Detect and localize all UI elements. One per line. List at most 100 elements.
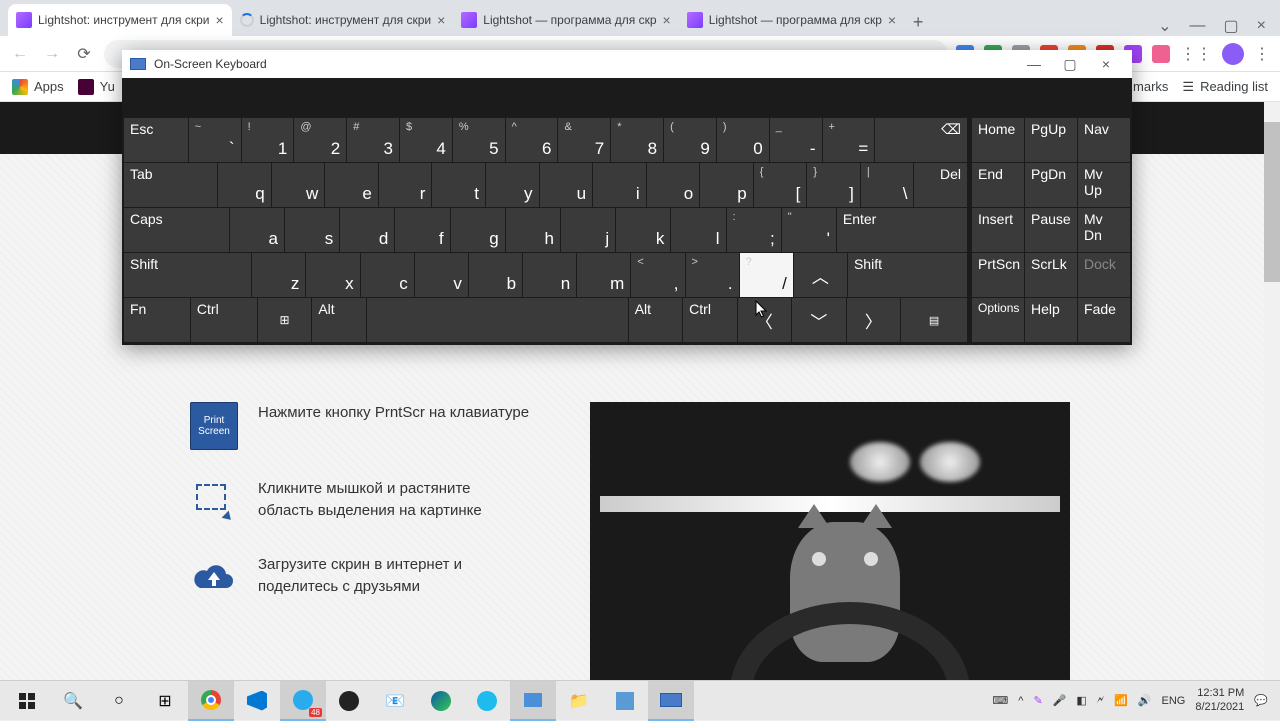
key-j[interactable]: j [561,208,615,252]
maximize-icon[interactable]: ▢ [1052,56,1088,73]
key-right-bracket[interactable]: }] [807,163,860,207]
key-shift-left[interactable]: Shift [124,253,251,297]
key-grave[interactable]: ~` [189,118,241,162]
key-i[interactable]: i [593,163,646,207]
key-6[interactable]: ^6 [506,118,558,162]
bookmark-item[interactable]: marks [1133,79,1168,94]
menu-icon[interactable]: ⋮ [1254,44,1272,64]
key-h[interactable]: h [506,208,560,252]
maximize-icon[interactable]: ▢ [1224,16,1239,36]
key-home[interactable]: Home [972,118,1024,162]
key-insert[interactable]: Insert [972,208,1024,252]
tray-language[interactable]: ENG [1162,695,1186,707]
key-fade[interactable]: Fade [1078,298,1130,342]
key-mvdn[interactable]: Mv Dn [1078,208,1130,252]
key-9[interactable]: (9 [664,118,716,162]
key-alt-left[interactable]: Alt [312,298,365,342]
key-1[interactable]: !1 [242,118,294,162]
key-b[interactable]: b [469,253,522,297]
chevron-down-icon[interactable]: ⌄ [1158,16,1171,36]
key-arrow-up[interactable]: ︿ [794,253,847,297]
tray-chevron-icon[interactable]: ^ [1018,695,1023,707]
tray-lightshot-icon[interactable]: ✎ [1033,694,1042,707]
key-c[interactable]: c [361,253,414,297]
key-mvup[interactable]: Mv Up [1078,163,1130,207]
key-y[interactable]: y [486,163,539,207]
key-n[interactable]: n [523,253,576,297]
key-7[interactable]: &7 [558,118,610,162]
key-g[interactable]: g [451,208,505,252]
key-nav[interactable]: Nav [1078,118,1130,162]
key-options[interactable]: Options [972,298,1024,342]
key-scrlk[interactable]: ScrLk [1025,253,1077,297]
minimize-icon[interactable]: — [1016,56,1052,72]
browser-tab[interactable]: Lightshot: инструмент для скри × [232,4,454,36]
browser-tab[interactable]: Lightshot — программа для скр × [453,4,678,36]
key-arrow-right[interactable]: 〉 [847,298,900,342]
key-shift-right[interactable]: Shift [848,253,967,297]
key-d[interactable]: d [340,208,394,252]
key-p[interactable]: p [700,163,753,207]
scrollbar[interactable] [1264,102,1280,680]
taskbar-edge[interactable] [418,681,464,721]
taskbar-app[interactable] [510,681,556,721]
key-3[interactable]: #3 [347,118,399,162]
key-ctrl-left[interactable]: Ctrl [191,298,257,342]
key-5[interactable]: %5 [453,118,505,162]
minimize-icon[interactable]: — [1190,17,1206,35]
taskview-button[interactable]: ⊞ [142,681,188,721]
key-o[interactable]: o [647,163,700,207]
taskbar-telegram[interactable]: 48 [280,681,326,721]
key-del[interactable]: Del [914,163,967,207]
key-enter[interactable]: Enter [837,208,967,252]
tray-clock[interactable]: 12:31 PM 8/21/2021 [1195,687,1244,713]
taskbar-vscode[interactable] [234,681,280,721]
taskbar-osk[interactable] [648,681,694,721]
tray-battery-icon[interactable]: 🗲 [1097,694,1104,707]
taskbar-obs[interactable] [326,681,372,721]
key-s[interactable]: s [285,208,339,252]
close-icon[interactable]: × [437,12,445,28]
apps-button[interactable]: Apps [12,79,64,95]
key-ctrl-right[interactable]: Ctrl [683,298,736,342]
key-contextmenu[interactable]: ▤ [901,298,967,342]
key-quote[interactable]: "' [782,208,836,252]
key-slash[interactable]: ?/ [740,253,793,297]
key-t[interactable]: t [432,163,485,207]
close-icon[interactable]: × [663,12,671,28]
back-button[interactable]: ← [8,42,32,66]
key-4[interactable]: $4 [400,118,452,162]
search-button[interactable]: 🔍 [50,681,96,721]
browser-tab[interactable]: Lightshot — программа для скр × [679,4,904,36]
tray-app-icon[interactable]: ◧ [1076,694,1086,707]
key-comma[interactable]: <, [631,253,684,297]
key-alt-right[interactable]: Alt [629,298,682,342]
taskbar-app[interactable] [602,681,648,721]
key-z[interactable]: z [252,253,305,297]
key-prtscn[interactable]: PrtScn [972,253,1024,297]
bookmark-item[interactable]: Yu [78,79,115,95]
key-minus[interactable]: _- [770,118,822,162]
key-0[interactable]: )0 [717,118,769,162]
tray-keyboard-icon[interactable]: ⌨ [992,694,1008,707]
key-equals[interactable]: += [823,118,875,162]
close-icon[interactable]: × [1088,56,1124,72]
key-l[interactable]: l [671,208,725,252]
key-caps[interactable]: Caps [124,208,229,252]
reading-list-button[interactable]: ☰Reading list [1182,79,1268,95]
key-f[interactable]: f [395,208,449,252]
key-pause[interactable]: Pause [1025,208,1077,252]
new-tab-button[interactable]: + [904,8,932,36]
key-fn[interactable]: Fn [124,298,190,342]
key-q[interactable]: q [218,163,271,207]
key-space[interactable] [367,298,628,342]
key-u[interactable]: u [540,163,593,207]
key-r[interactable]: r [379,163,432,207]
tray-mic-icon[interactable]: 🎤 [1053,694,1067,707]
start-button[interactable] [4,681,50,721]
extension-icon[interactable] [1152,45,1170,63]
key-backslash[interactable]: |\ [861,163,914,207]
cortana-button[interactable]: ○ [96,681,142,721]
key-semicolon[interactable]: :; [727,208,781,252]
key-arrow-down[interactable]: ﹀ [792,298,845,342]
